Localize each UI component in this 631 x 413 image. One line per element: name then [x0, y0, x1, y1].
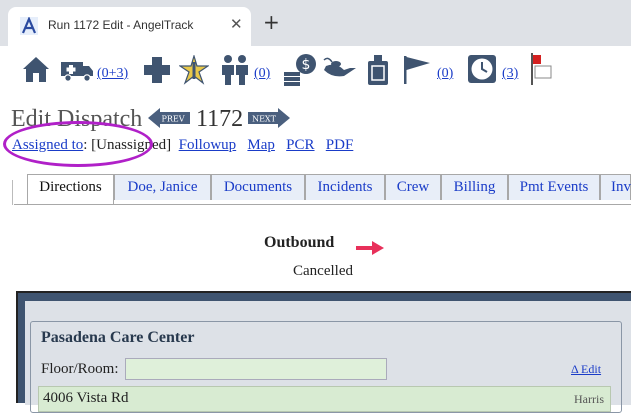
red-flag-icon[interactable] — [529, 52, 553, 86]
crew-icon[interactable] — [218, 54, 252, 86]
lamp-icon[interactable] — [322, 56, 358, 82]
pdf-link[interactable]: PDF — [326, 137, 354, 153]
highlight-circle — [3, 121, 153, 167]
pcr-link[interactable]: PCR — [286, 137, 314, 153]
arrow-right-icon — [356, 241, 384, 255]
clock-count-link[interactable]: (3) — [502, 66, 518, 82]
app-toolbar: (0+3) (0) $ (0) (3) — [0, 46, 631, 98]
county-label: Harris — [574, 392, 604, 406]
map-link[interactable]: Map — [247, 137, 275, 153]
street-address: 4006 Vista Rd — [43, 390, 129, 406]
new-tab-icon[interactable]: + — [263, 12, 280, 32]
tab-crew[interactable]: Crew — [385, 174, 441, 200]
next-label: NEXT — [252, 115, 277, 124]
tab-incidents[interactable]: Incidents — [305, 174, 385, 200]
ambulance-count-link[interactable]: (0+3) — [97, 66, 128, 82]
tab-invoices[interactable]: Inv — [600, 174, 631, 200]
medical-cross-icon[interactable] — [143, 56, 171, 84]
floor-room-input[interactable] — [125, 358, 387, 380]
browser-tab[interactable]: Run 1172 Edit - AngelTrack ✕ — [8, 7, 251, 46]
fuel-can-icon[interactable] — [366, 54, 390, 86]
tab-billing[interactable]: Billing — [441, 174, 508, 200]
clock-icon[interactable] — [467, 54, 497, 84]
tab-documents[interactable]: Documents — [211, 174, 305, 200]
location-panel-inner: Pasadena Care Center Floor/Room: Δ Edit … — [25, 301, 631, 413]
browser-tab-title: Run 1172 Edit - AngelTrack — [48, 18, 194, 32]
crew-count-link[interactable]: (0) — [254, 66, 270, 82]
run-number: 1172 — [196, 106, 244, 132]
next-arrow-icon[interactable]: NEXT — [248, 108, 290, 128]
floor-room-label: Floor/Room: — [41, 361, 119, 377]
dispatch-tabs: Directions Doe, Janice Documents Inciden… — [14, 174, 631, 205]
prev-label: PREV — [161, 115, 184, 124]
money-icon[interactable]: $ — [283, 52, 317, 86]
tab-directions[interactable]: Directions — [27, 174, 114, 204]
prev-arrow-icon[interactable]: PREV — [148, 108, 190, 128]
flag-count-link[interactable]: (0) — [437, 66, 453, 82]
home-icon[interactable] — [22, 54, 50, 84]
tab-pmt-events[interactable]: Pmt Events — [508, 174, 600, 200]
star-of-life-icon[interactable] — [179, 55, 209, 85]
edit-location-link[interactable]: Δ Edit — [571, 362, 601, 377]
svg-text:$: $ — [302, 57, 311, 73]
angeltrack-favicon-icon — [20, 17, 38, 35]
tab-divider — [12, 180, 13, 205]
location-name: Pasadena Care Center — [39, 329, 197, 347]
browser-tab-strip: Run 1172 Edit - AngelTrack ✕ + — [0, 0, 631, 46]
address-row: 4006 Vista Rd Harris — [38, 386, 611, 412]
close-tab-icon[interactable]: ✕ — [230, 15, 243, 33]
ambulance-icon[interactable] — [60, 58, 94, 82]
trip-direction: Outbound — [264, 234, 335, 251]
trip-status: Cancelled — [293, 263, 353, 279]
location-panel: Pasadena Care Center Floor/Room: Δ Edit … — [16, 291, 631, 413]
tab-patient[interactable]: Doe, Janice — [114, 174, 211, 200]
followup-link[interactable]: Followup — [179, 137, 237, 153]
flag-icon[interactable] — [402, 55, 432, 85]
